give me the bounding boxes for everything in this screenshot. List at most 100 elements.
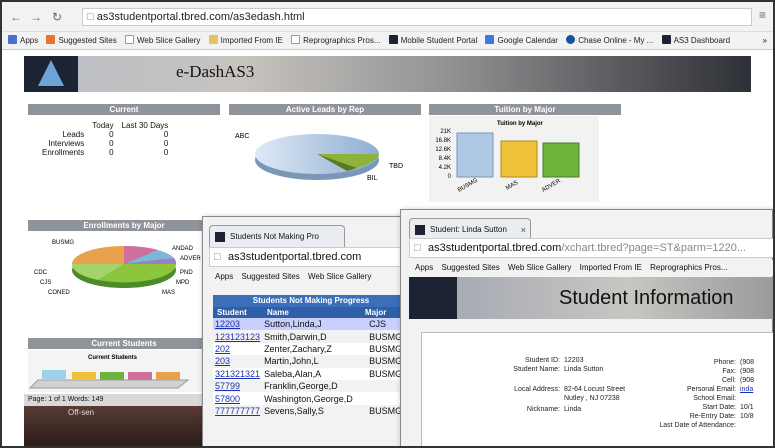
url-field[interactable]: □ as3studentportal.tbred.com (209, 247, 413, 267)
tab-student-linda-sutton[interactable]: Student: Linda Sutton × (409, 218, 531, 240)
student-banner: Student Information (409, 277, 773, 319)
students-table: 12203 Sutton,Linda,J CJS 123123123 Smith,Da… (213, 318, 409, 417)
ytick: 12.6K (435, 147, 451, 153)
pie-label: CDC (34, 270, 48, 276)
pie-label: PND (180, 270, 193, 276)
pie-label-tbd: TBD (389, 163, 403, 170)
table-row[interactable]: 57800 Washington,George,D (213, 392, 409, 405)
back-icon[interactable]: ← (10, 10, 22, 24)
logo (24, 56, 78, 92)
col-name[interactable]: Name (267, 307, 289, 318)
student-link[interactable]: 57800 (213, 392, 262, 404)
tuition-title: Tuition by Major (497, 121, 544, 127)
folder-icon (208, 35, 218, 44)
ytick: 16.8K (435, 138, 451, 144)
student-link[interactable]: 203 (213, 355, 262, 367)
ytick: 8.4K (439, 156, 451, 162)
student-link[interactable]: 57799 (213, 380, 262, 392)
bookmark-suggested-sites[interactable]: Suggested Sites (441, 263, 499, 272)
bookmark-reprographics[interactable]: Reprographics Pros... (291, 32, 381, 49)
table-row[interactable]: 777777777 Sevens,Sally,S BUSMG (213, 405, 409, 417)
bookmark-apps[interactable]: Apps (415, 263, 433, 272)
bookmarks-bar: Apps Suggested Sites Web Slice Gallery I… (409, 260, 773, 276)
col-today: Today (92, 121, 114, 130)
report-title: Students Not Making Progress (213, 295, 409, 307)
bar-mas (500, 140, 538, 178)
student-link[interactable]: 12203 (213, 318, 262, 330)
table-row[interactable]: 203 Martin,John,L BUSMG (213, 355, 409, 367)
ytick: 4.2K (439, 165, 451, 171)
student-info-panel: Student ID: 12203 Student Name: Linda Su… (421, 332, 773, 446)
address-bar-area: ← → ↻ □ as3studentportal.tbred.com/as3ed… (2, 2, 773, 32)
page-icon: □ (414, 242, 421, 254)
forward-icon[interactable]: → (30, 10, 42, 24)
current-table: Today Last 30 Days Leads 0 0 Interviews 0 0 E… (38, 121, 172, 157)
bookmark-suggested-sites[interactable]: Suggested Sites (241, 272, 299, 281)
pie-slice (72, 246, 124, 264)
calendar-icon (485, 35, 495, 44)
bar (42, 370, 66, 380)
url-field[interactable]: □ as3studentportal.tbred.com/as3edash.ht… (82, 8, 752, 26)
table-row[interactable]: 123123123 Smith,Darwin,D BUSMG (213, 330, 409, 342)
page-icon (291, 35, 301, 44)
col-major[interactable]: Major (365, 307, 386, 318)
table-row[interactable]: 321321321 Saleba,Alan,A BUSMG (213, 367, 409, 380)
bookmark-imported[interactable]: Imported From IE (208, 32, 283, 49)
col-student[interactable]: Student (217, 307, 247, 318)
bookmark-google-calendar[interactable]: Google Calendar (485, 32, 558, 49)
student-link[interactable]: 202 (213, 343, 262, 355)
bookmark-reprographics[interactable]: Reprographics Pros... (650, 263, 727, 272)
bookmarks-overflow-icon[interactable]: » (763, 32, 767, 49)
enrollments-pie: BUSMG ANDAD ADVER PND MPD MAS CONED CJS … (34, 240, 201, 296)
email-link[interactable]: inda (740, 386, 753, 393)
pie-label: MPD (176, 280, 190, 286)
pie-label: BUSMG (52, 240, 74, 246)
bookmark-chase[interactable]: Chase Online - My ... (566, 32, 653, 49)
page-icon: □ (214, 251, 221, 263)
pie-label: CONED (48, 290, 70, 296)
pie-label: ANDAD (172, 246, 194, 252)
student-link[interactable]: 123123123 (213, 330, 262, 342)
table-row[interactable]: 57799 Franklin,George,D (213, 380, 409, 392)
bookmark-apps[interactable]: Apps (215, 272, 233, 281)
ytick: 21K (440, 129, 451, 135)
status-bar: Page: 1 of 1 Words: 149 (24, 394, 202, 406)
window-students-not-progress[interactable]: Students Not Making Pro □ as3studentporta… (202, 216, 413, 446)
pie-label: MAS (162, 290, 175, 296)
bookmark-mobile-portal[interactable]: Mobile Student Portal (388, 32, 477, 49)
tab-students-not-progress[interactable]: Students Not Making Pro (209, 225, 345, 247)
portal-icon (388, 35, 398, 44)
menu-icon[interactable]: ≡ (759, 8, 766, 22)
address-line2: Nutley , NJ 07238 (564, 395, 620, 402)
student-link[interactable]: 321321321 (213, 368, 262, 380)
student-link[interactable]: 777777777 (213, 405, 262, 417)
close-icon[interactable]: × (521, 219, 526, 240)
reload-icon[interactable]: ↻ (52, 10, 62, 24)
bookmark-web-slice[interactable]: Web Slice Gallery (124, 32, 200, 49)
pie-label: ADVER (180, 256, 201, 262)
current-panel-header: Current (28, 104, 220, 115)
dashboard-title: e-DashAS3 (176, 62, 255, 81)
bookmark-web-slice[interactable]: Web Slice Gallery (308, 272, 371, 281)
underlay-image: Off-sen (24, 406, 202, 446)
bookmark-as3-dashboard[interactable]: AS3 Dashboard (661, 32, 730, 49)
chase-icon (566, 35, 576, 44)
url-field[interactable]: □ as3studentportal.tbred.com/xchart.tbred… (409, 238, 773, 258)
active-leads-header: Active Leads by Rep (229, 104, 421, 115)
bookmark-apps[interactable]: Apps (8, 32, 38, 49)
bookmarks-bar: Apps Suggested Sites Web Slice Gallery (209, 269, 413, 285)
suggested-sites-icon (46, 35, 56, 44)
window-student-information[interactable]: Student: Linda Sutton × □ as3studentportal… (400, 209, 773, 446)
student-info-title: Student Information (559, 287, 734, 309)
bookmark-suggested-sites[interactable]: Suggested Sites (46, 32, 117, 49)
bookmark-imported[interactable]: Imported From IE (580, 263, 642, 272)
table-row[interactable]: 202 Zenter,Zachary,Z BUSMG (213, 342, 409, 356)
bookmark-web-slice[interactable]: Web Slice Gallery (508, 263, 571, 272)
pie-label-bil: BIL (367, 175, 378, 182)
current-students-header: Current Students (28, 338, 220, 349)
table-row[interactable]: 12203 Sutton,Linda,J CJS (213, 318, 409, 331)
student-name-value: Linda Sutton (564, 366, 604, 373)
apps-icon (8, 35, 17, 44)
table-row: Enrollments 0 0 (42, 148, 169, 157)
lock-icon: □ (87, 11, 97, 23)
